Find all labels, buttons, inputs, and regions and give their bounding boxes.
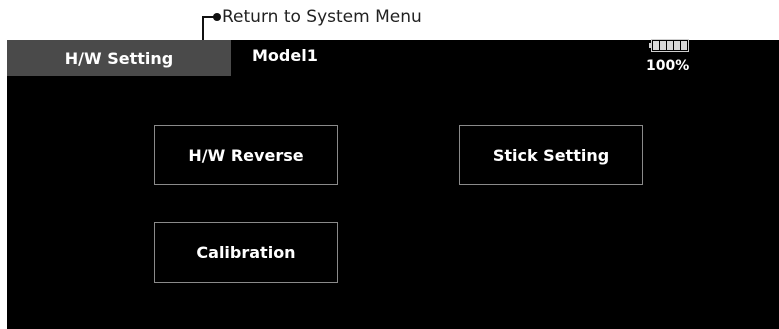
battery-icon	[649, 39, 691, 54]
hw-setting-title-tab[interactable]: H/W Setting	[7, 40, 231, 76]
model-name: Model1	[252, 46, 318, 65]
screen-background	[7, 40, 779, 329]
battery-percent: 100%	[646, 58, 690, 74]
callout-return-to-system-menu: Return to System Menu	[222, 7, 422, 27]
calibration-button[interactable]: Calibration	[154, 222, 338, 283]
stick-setting-button[interactable]: Stick Setting	[459, 125, 643, 185]
callout-bullet	[213, 13, 221, 21]
hw-reverse-button[interactable]: H/W Reverse	[154, 125, 338, 185]
